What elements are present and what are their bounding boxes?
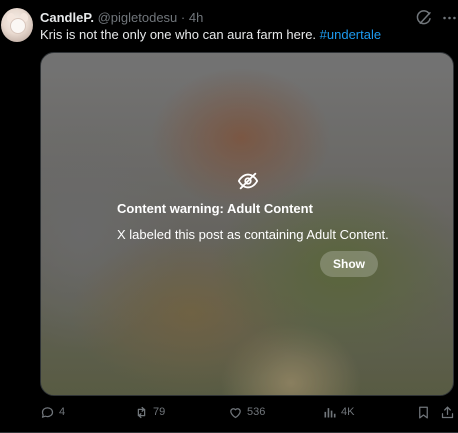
timestamp[interactable]: 4h [189,10,203,25]
hashtag-link[interactable]: #undertale [320,27,381,42]
reply-count: 4 [59,406,66,418]
display-name[interactable]: CandleP. [40,10,94,25]
media-blur-overlay [41,53,453,395]
content-warning-title: Content warning: Adult Content [117,201,313,216]
tweet[interactable]: CandleP. @pigletodesu · 4h Kris is not t… [0,0,458,433]
handle[interactable]: @pigletodesu [98,10,178,25]
repost-icon [134,405,149,420]
bookmark-button[interactable] [416,404,431,420]
media-content-warning[interactable]: Content warning: Adult Content X labeled… [40,52,454,396]
eye-off-icon [237,170,259,192]
bookmark-icon [416,405,431,420]
more-icon[interactable] [441,9,458,27]
avatar-face [10,18,26,34]
share-icon [440,405,455,420]
views-count: 4K [341,406,355,418]
share-button[interactable] [440,404,455,420]
grok-slash-icon[interactable] [415,9,433,27]
header-separator: · [180,10,186,25]
like-button[interactable]: 536 [228,404,265,420]
heart-icon [228,405,243,420]
repost-button[interactable]: 79 [134,404,165,420]
tweet-text: Kris is not the only one who can aura fa… [40,27,381,43]
avatar[interactable] [1,8,33,42]
content-warning-text: X labeled this post as containing Adult … [117,227,389,242]
like-count: 536 [247,406,266,418]
show-button[interactable]: Show [320,251,378,277]
tweet-body: Kris is not the only one who can aura fa… [40,27,320,42]
action-bar: 4 79 536 4K [0,400,458,424]
tweet-header: CandleP. @pigletodesu · 4h [40,10,203,26]
views-button[interactable]: 4K [322,404,354,420]
views-chart-icon [322,405,337,420]
repost-count: 79 [153,406,166,418]
reply-button[interactable]: 4 [40,404,65,420]
reply-icon [40,405,55,420]
